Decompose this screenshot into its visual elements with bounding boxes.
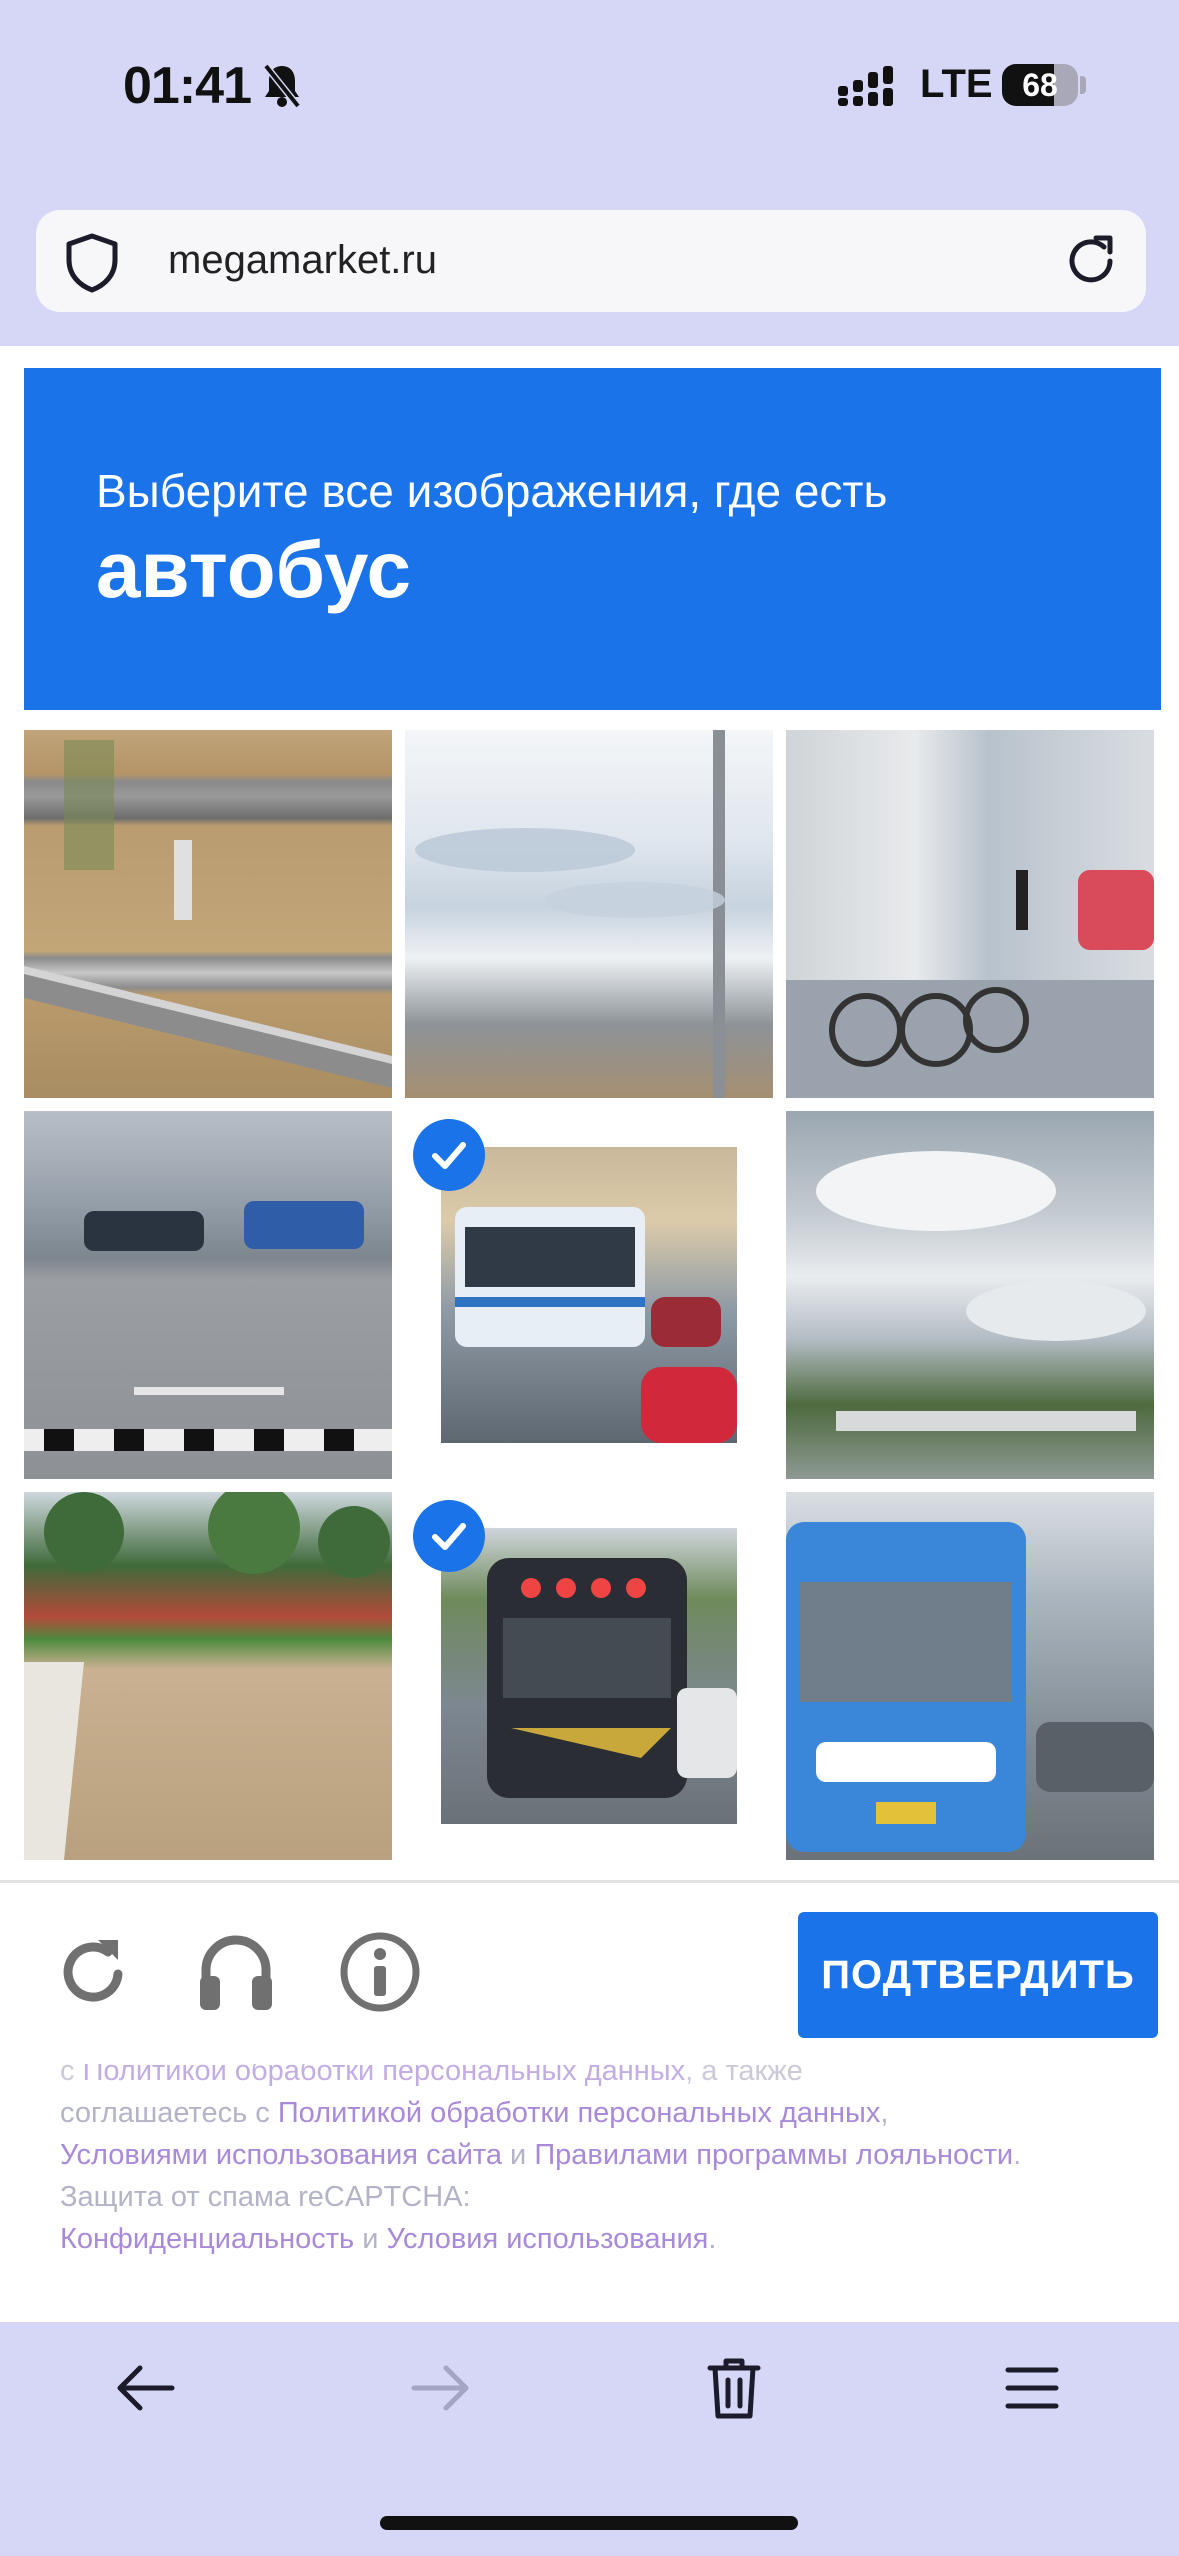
legal-text-fragment: соглашаетесь с (60, 2097, 278, 2129)
verify-button[interactable]: ПОДТВЕРДИТЬ (798, 1912, 1158, 2038)
forward-arrow-icon[interactable] (410, 2362, 472, 2414)
captcha-tile-7[interactable] (24, 1492, 392, 1860)
blue-bus-shape (786, 1522, 1154, 1852)
recaptcha-privacy-link[interactable]: Конфиденциальность (60, 2223, 354, 2255)
shield-icon[interactable] (62, 232, 122, 294)
url-bar[interactable]: megamarket.ru (36, 210, 1146, 312)
street-scene-shape (786, 870, 1154, 1098)
bus-shape (455, 1207, 737, 1443)
captcha-tile-1[interactable] (24, 730, 392, 1098)
recaptcha-challenge: Выберите все изображения, где есть автоб… (0, 346, 1179, 2064)
captcha-tile-2[interactable] (405, 730, 773, 1098)
tile-image (441, 1528, 737, 1824)
captcha-divider (0, 1880, 1179, 1883)
terms-of-use-link[interactable]: Условиями использования сайта (60, 2139, 502, 2171)
selected-check-icon (413, 1500, 485, 1572)
tile-image (786, 1492, 1154, 1860)
legal-text-fragment: . (708, 2223, 717, 2255)
captcha-instruction: Выберите все изображения, где есть (96, 465, 888, 517)
legal-paragraph: соглашаетесь с Политикой обработки персо… (60, 2092, 1120, 2260)
tile-image (24, 1492, 392, 1860)
pole-shape (415, 730, 725, 1098)
tile-image (441, 1147, 737, 1443)
battery-percent: 68 (1022, 67, 1058, 103)
menu-icon[interactable] (1004, 2362, 1060, 2414)
recaptcha-terms-link[interactable]: Условия использования (387, 2223, 709, 2255)
back-arrow-icon[interactable] (114, 2362, 176, 2414)
park-path-shape (24, 1492, 390, 1860)
signal-icon (838, 66, 893, 106)
battery-icon: 68 (1002, 64, 1078, 106)
guardrail-shape (24, 740, 392, 1088)
info-icon[interactable] (338, 1930, 422, 2014)
captcha-tile-4[interactable] (24, 1111, 392, 1479)
tile-image (24, 730, 392, 1098)
privacy-policy-link[interactable]: Политикой обработки персональных данных (278, 2097, 881, 2129)
bus-front-shape (487, 1558, 737, 1798)
captcha-tile-3[interactable] (786, 730, 1154, 1098)
legal-text-fragment: , (880, 2097, 889, 2129)
status-time: 01:41 (123, 57, 252, 115)
selected-check-icon (413, 1119, 485, 1191)
headphones-icon[interactable] (196, 1932, 276, 2012)
tile-image (786, 730, 1154, 1098)
reload-icon[interactable] (56, 1932, 132, 2010)
tile-image (24, 1111, 392, 1479)
captcha-header: Выберите все изображения, где есть автоб… (24, 368, 1161, 710)
captcha-target-object: автобус (96, 525, 411, 614)
trash-icon[interactable] (706, 2356, 762, 2420)
bell-muted-icon (263, 63, 301, 109)
tile-image (786, 1111, 1154, 1479)
legal-text-fragment: и (501, 2139, 535, 2171)
clouds-shape (816, 1151, 1146, 1431)
captcha-tile-9[interactable] (786, 1492, 1154, 1860)
street-cars-shape (24, 1201, 392, 1451)
reload-icon[interactable] (1060, 230, 1122, 292)
loyalty-program-link[interactable]: Правилами программы лояльности (534, 2139, 1013, 2171)
browser-toolbar (0, 2322, 1179, 2556)
battery-tip (1080, 76, 1086, 94)
legal-text-fragment: и (354, 2223, 387, 2255)
tile-image (405, 730, 773, 1098)
home-indicator[interactable] (380, 2516, 798, 2530)
captcha-tile-6[interactable] (786, 1111, 1154, 1479)
url-text[interactable]: megamarket.ru (168, 238, 437, 283)
network-type: LTE (920, 62, 993, 106)
